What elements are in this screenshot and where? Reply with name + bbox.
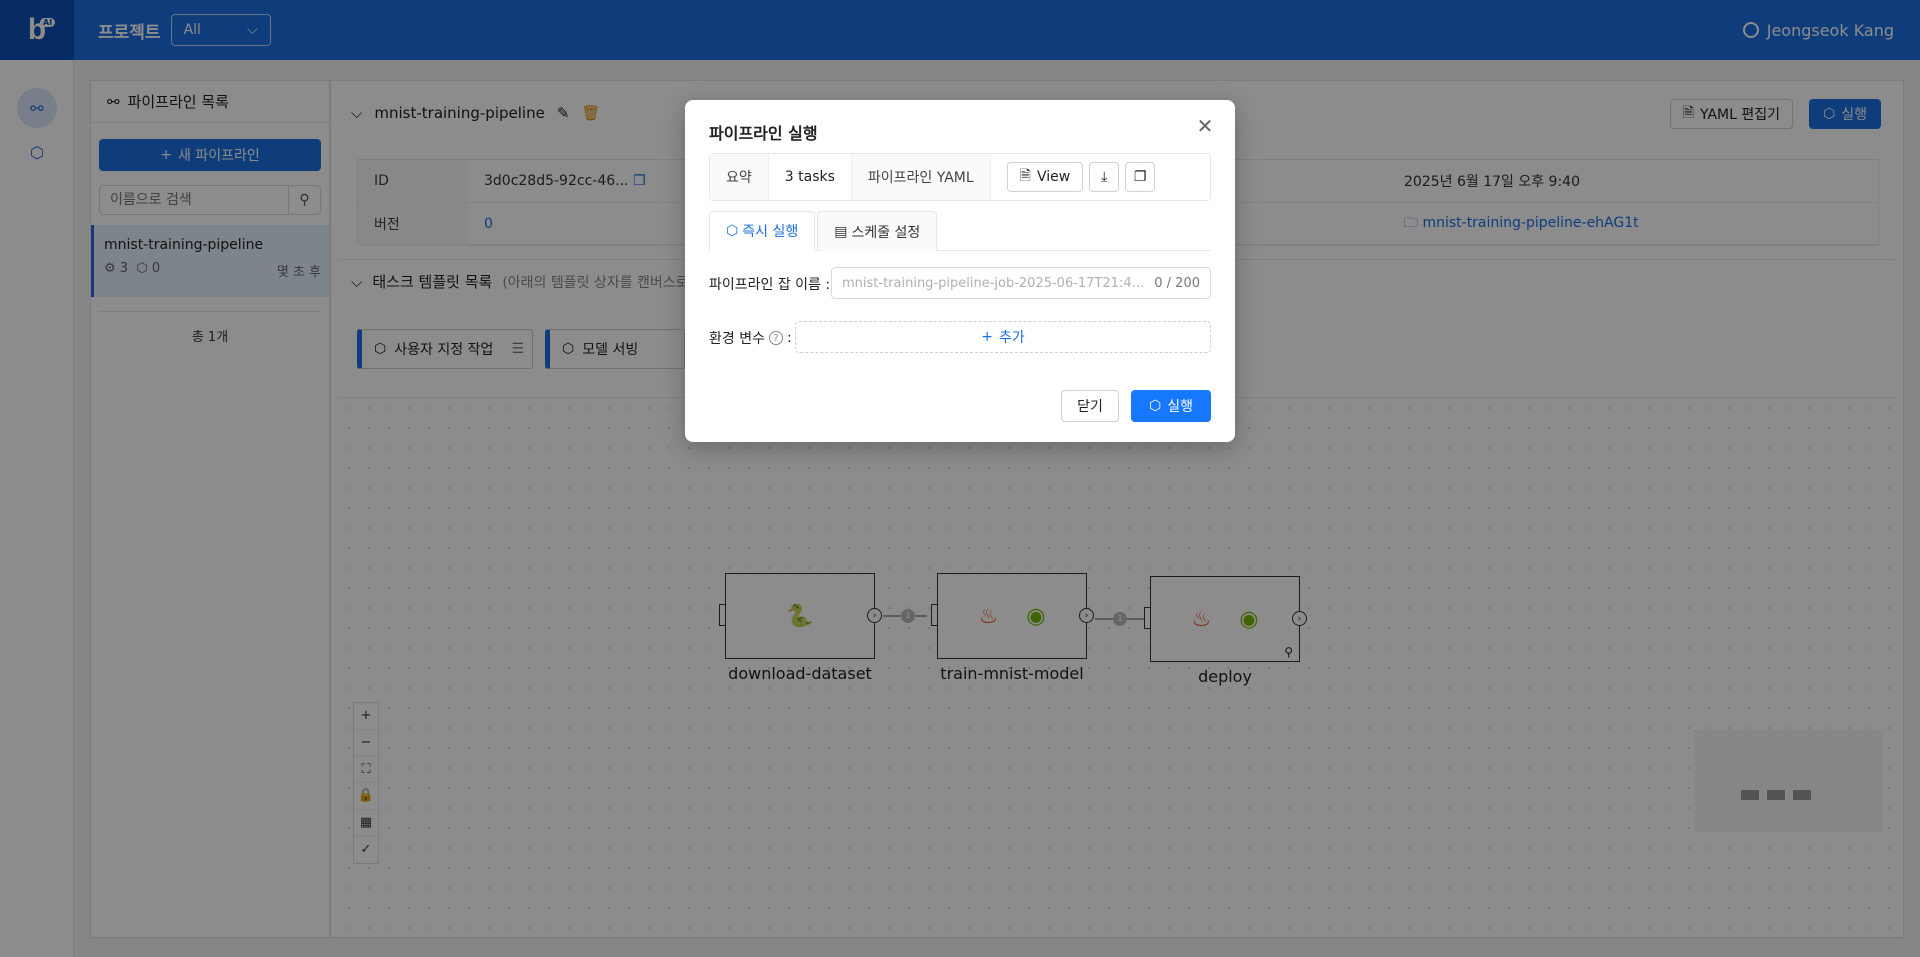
pipeline-summary: 요약 3 tasks 파이프라인 YAML 🗎 View ⤓ ❐	[709, 153, 1211, 201]
run-button[interactable]: ⬡ 실행	[1131, 390, 1211, 422]
env-vars-label-row: 환경 변수 ? :	[709, 328, 792, 348]
help-icon[interactable]: ?	[768, 331, 783, 345]
file-icon: 🗎	[1019, 168, 1031, 184]
run-icon: ⬡	[726, 223, 739, 239]
copy-icon[interactable]: ❐	[1125, 162, 1156, 192]
dialog-title: 파이프라인 실행	[709, 124, 818, 143]
plus-icon: +	[981, 329, 993, 345]
summary-tasks: 3 tasks	[769, 154, 852, 200]
tab-immediate-run[interactable]: ⬡ 즉시 실행	[709, 211, 816, 251]
calendar-icon: ▤	[834, 223, 848, 240]
yaml-label: 파이프라인 YAML	[851, 154, 991, 200]
tab-label: 즉시 실행	[742, 224, 799, 240]
job-name-label: 파이프라인 잡 이름 :	[709, 277, 831, 293]
job-name-placeholder: mnist-training-pipeline-job-2025-06-17T2…	[842, 275, 1147, 291]
env-vars-colon: :	[786, 330, 792, 346]
add-label: 추가	[998, 330, 1025, 346]
summary-label: 요약	[710, 154, 769, 200]
run-mode-tabs: ⬡ 즉시 실행 ▤ 스케줄 설정	[709, 211, 1211, 251]
run-pipeline-dialog: 파이프라인 실행 ✕ 요약 3 tasks 파이프라인 YAML 🗎 View …	[685, 100, 1235, 442]
close-icon[interactable]: ✕	[1193, 114, 1217, 138]
job-name-counter: 0 / 200	[1154, 275, 1200, 291]
tab-label: 스케줄 설정	[851, 224, 921, 241]
yaml-actions: 🗎 View ⤓ ❐	[991, 162, 1156, 192]
view-yaml-button[interactable]: 🗎 View	[1006, 162, 1084, 192]
env-vars-label: 환경 변수	[709, 331, 765, 347]
tab-schedule[interactable]: ▤ 스케줄 설정	[817, 211, 938, 251]
job-name-input[interactable]: mnist-training-pipeline-job-2025-06-17T2…	[831, 267, 1211, 299]
add-env-button[interactable]: + 추가	[795, 321, 1211, 353]
download-icon[interactable]: ⤓	[1089, 162, 1120, 192]
view-label: View	[1036, 169, 1071, 185]
close-button[interactable]: 닫기	[1061, 390, 1119, 422]
run-icon: ⬡	[1149, 398, 1162, 414]
run-label: 실행	[1167, 399, 1193, 415]
